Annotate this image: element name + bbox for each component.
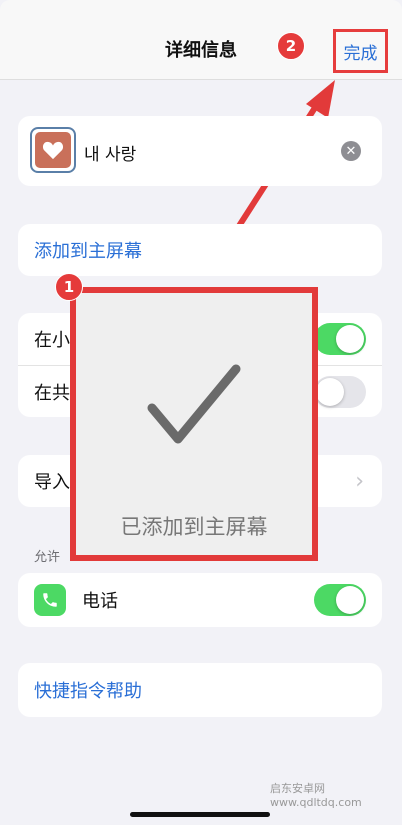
hud-message: 已添加到主屏幕 [120, 515, 268, 539]
settings-row-1-label: 在小 [34, 330, 70, 351]
settings-row-1-toggle[interactable] [314, 323, 366, 355]
add-to-home-card: 添加到主屏幕 [18, 224, 382, 276]
import-label: 导入 [34, 472, 70, 493]
annotation-badge-2: 2 [277, 32, 305, 60]
watermark: 启东安卓网 www.qdltdq.com [270, 782, 362, 809]
arrow-head [306, 80, 335, 118]
settings-row-2-label: 在共 [34, 382, 70, 404]
shortcut-name-input[interactable]: 내 사랑 [84, 140, 136, 165]
phone-row: 电话 [18, 573, 382, 627]
help-card: 快捷指令帮助 [18, 663, 382, 717]
phone-toggle[interactable] [314, 584, 366, 616]
shortcut-name-card: 내 사랑 ✕ [18, 116, 382, 186]
settings-row-2-toggle[interactable] [314, 375, 366, 408]
allow-card: 电话 [18, 573, 382, 627]
shortcut-icon-button[interactable] [30, 127, 76, 173]
done-button[interactable]: 完成 [333, 29, 388, 73]
allow-section-label: 允许 [34, 550, 61, 565]
annotation-badge-1: 1 [55, 273, 83, 301]
home-indicator[interactable] [130, 812, 270, 817]
clear-icon[interactable]: ✕ [341, 141, 361, 161]
checkmark-icon [147, 364, 241, 444]
phone-label: 电话 [82, 591, 118, 612]
add-to-home-button[interactable]: 添加到主屏幕 [18, 224, 382, 276]
phone-icon [34, 584, 66, 616]
shortcut-help-link[interactable]: 快捷指令帮助 [18, 663, 382, 717]
chevron-right-icon: › [355, 468, 364, 494]
added-to-home-hud: 已添加到主屏幕 [70, 287, 318, 561]
heart-icon [42, 141, 64, 160]
